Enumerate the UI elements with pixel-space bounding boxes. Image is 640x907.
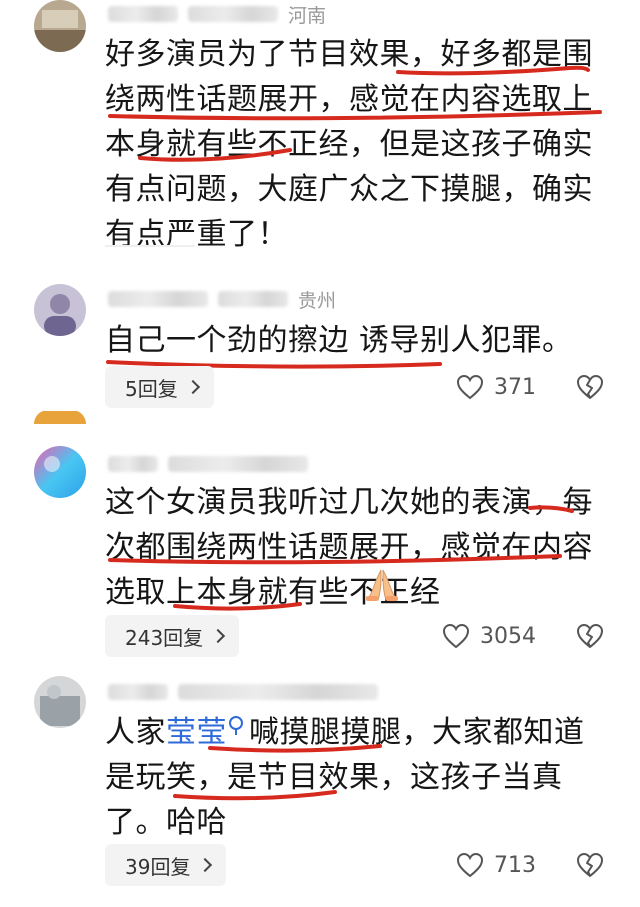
comment-text: 好多演员为了节目效果，好多都是围绕两性话题展开，感觉在内容选取上本身就有些不正经… [105,37,593,252]
chevron-right-icon [185,379,200,395]
time-blurred [188,6,278,22]
replies-button[interactable]: 39回复 [105,844,227,886]
user-mention-link[interactable]: 莹莹 [166,715,227,750]
time-blurred [218,291,288,307]
like-button[interactable]: 371 [456,374,536,400]
like-button[interactable]: 713 [456,852,536,878]
replies-count: 39回复 [125,854,191,879]
comment-meta [108,678,378,706]
username-blurred[interactable] [108,291,208,307]
location-label: 贵州 [298,289,337,312]
heart-outline-icon [456,852,484,878]
avatar[interactable] [34,0,86,52]
username-blurred[interactable] [108,684,168,700]
replies-button[interactable]: 243回复 [105,615,240,657]
chevron-right-icon [198,857,213,873]
avatar[interactable] [34,284,86,336]
heart-outline-icon [456,374,484,400]
comment-actions: 713 [456,844,604,886]
like-count: 3054 [480,623,536,649]
heart-outline-icon [442,623,470,649]
chevron-right-icon [211,628,226,644]
like-count: 713 [494,852,536,878]
avatar[interactable] [34,446,86,498]
broken-heart-icon[interactable] [576,374,604,400]
text-before-mention: 人家 [105,715,166,750]
comment-text: 人家莹莹 喊摸腿摸腿，大家都知道是玩笑，是节目效果，这孩子当真了。哈哈 [105,710,605,845]
comment-actions: 3054 [442,615,604,657]
avatar[interactable] [34,676,86,728]
broken-heart-icon[interactable] [576,623,604,649]
comment-text: 这个女演员我听过几次她的表演，每次都围绕两性话题展开，感觉在内容选取上本身就有些… [105,485,593,610]
time-blurred [178,684,378,700]
username-blurred[interactable] [108,456,158,472]
comment-meta [108,450,308,478]
replies-button[interactable]: 5回复 [105,366,214,408]
like-button[interactable]: 3054 [442,623,536,649]
replies-count: 5回复 [125,376,178,401]
search-icon[interactable] [229,716,243,735]
location-label: 河南 [288,4,327,27]
avatar-partial [34,410,86,424]
time-blurred [168,456,308,472]
comment-text: 自己一个劲的擦边 诱导别人犯罪。 [105,323,573,358]
broken-heart-icon[interactable] [576,852,604,878]
comment-meta: 贵州 [108,285,336,313]
username-blurred[interactable] [108,6,178,22]
like-count: 371 [494,374,536,400]
comment-actions: 371 [456,366,604,408]
replies-count: 243回复 [125,625,204,650]
folded-hands-emoji [366,569,398,601]
comment-meta: 河南 [108,0,326,28]
divider [105,245,195,247]
